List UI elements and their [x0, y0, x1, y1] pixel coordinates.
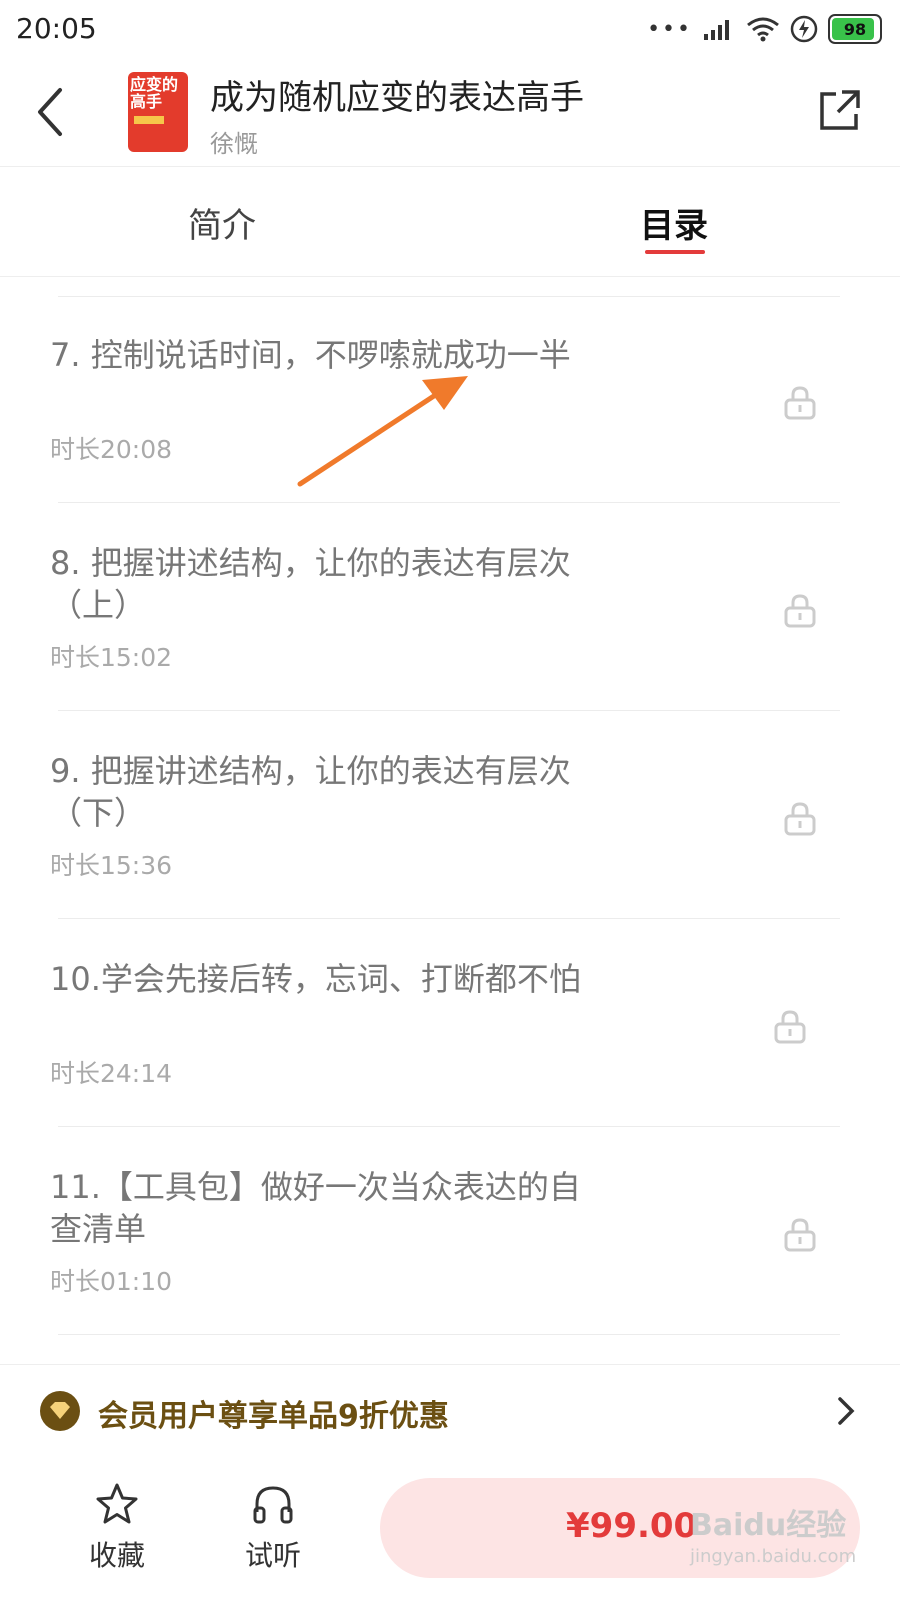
chevron-right-icon[interactable]	[836, 1395, 856, 1427]
tab-bar: 简介 目录	[0, 166, 900, 277]
member-promo-bar[interactable]: 会员用户尊享单品9折优惠	[0, 1364, 900, 1458]
episode-item[interactable]: 10.学会先接后转，忘词、打断都不怕 时长24:14	[0, 920, 900, 1128]
watermark-url: jingyan.baidu.com	[690, 1546, 857, 1567]
lock-icon	[784, 1218, 816, 1252]
app-header: 应变的高手 成为随机应变的表达高手 徐慨	[0, 62, 900, 167]
status-time: 20:05	[16, 12, 97, 45]
favorite-button[interactable]: 收藏	[72, 1482, 162, 1574]
lock-icon	[784, 802, 816, 836]
episode-duration: 时长20:08	[50, 435, 173, 464]
episode-title: 7. 控制说话时间，不啰嗦就成功一半	[50, 336, 571, 374]
lock-icon	[774, 1010, 806, 1044]
episode-title: 10.学会先接后转，忘词、打断都不怕	[50, 960, 581, 998]
episode-duration: 时长15:36	[50, 851, 173, 880]
episode-title: 9. 把握讲述结构，让你的表达有层次（下）	[50, 752, 571, 832]
author-name: 徐慨	[210, 130, 258, 158]
lock-icon	[784, 386, 816, 420]
page-title: 成为随机应变的表达高手	[210, 78, 584, 118]
watermark-logo: Baidu经验	[690, 1508, 847, 1543]
course-cover: 应变的高手	[128, 72, 188, 152]
episode-item[interactable]: 7. 控制说话时间，不啰嗦就成功一半 时长20:08	[0, 296, 900, 504]
battery-icon: 98	[828, 14, 882, 44]
status-bar: 20:05 ••• 98	[0, 0, 900, 62]
promo-text: 会员用户尊享单品9折优惠	[98, 1399, 449, 1434]
signal-icon	[704, 20, 729, 40]
episode-item[interactable]: 8. 把握讲述结构，让你的表达有层次（上） 时长15:02	[0, 504, 900, 712]
share-icon[interactable]	[816, 86, 864, 134]
back-icon[interactable]	[30, 82, 80, 142]
status-icons: ••• 98	[647, 14, 882, 44]
episode-item[interactable]: 11.【工具包】做好一次当众表达的自查清单 时长01:10	[0, 1128, 900, 1336]
divider	[58, 1126, 840, 1127]
headphones-icon	[253, 1486, 293, 1524]
battery-level: 98	[843, 19, 867, 39]
favorite-label: 收藏	[88, 1539, 145, 1572]
more-dots-icon: •••	[647, 16, 692, 42]
episode-duration: 时长01:10	[50, 1267, 173, 1296]
divider	[58, 710, 840, 711]
active-tab-indicator	[645, 250, 705, 254]
episode-duration: 时长15:02	[50, 643, 173, 672]
listen-label: 试听	[244, 1539, 301, 1572]
charging-icon	[790, 15, 818, 43]
price-label: ¥99.00	[566, 1506, 698, 1546]
wifi-icon	[747, 17, 779, 42]
divider	[58, 918, 840, 919]
tab-catalog[interactable]: 目录	[640, 198, 708, 247]
vip-diamond-icon	[40, 1391, 80, 1431]
divider	[58, 502, 840, 503]
star-icon	[96, 1483, 138, 1524]
episode-title: 11.【工具包】做好一次当众表达的自查清单	[50, 1168, 581, 1248]
episode-duration: 时长24:14	[50, 1059, 173, 1088]
tab-intro[interactable]: 简介	[188, 198, 256, 247]
trial-listen-button[interactable]: 试听	[228, 1482, 318, 1574]
episode-title: 8. 把握讲述结构，让你的表达有层次（上）	[50, 544, 571, 624]
divider	[58, 1334, 840, 1335]
episode-item[interactable]: 9. 把握讲述结构，让你的表达有层次（下） 时长15:36	[0, 712, 900, 920]
cover-title: 应变的高手	[130, 75, 179, 111]
lock-icon	[784, 594, 816, 628]
